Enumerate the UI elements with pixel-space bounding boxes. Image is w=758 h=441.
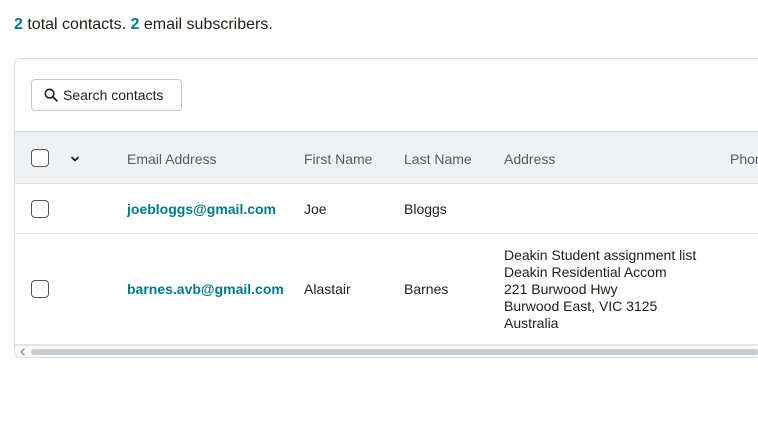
search-contacts-label: Search contacts: [63, 87, 164, 103]
row-checkbox[interactable]: [31, 200, 49, 218]
contact-address: Deakin Student assignment list Deakin Re…: [504, 247, 696, 332]
search-contacts-button[interactable]: Search contacts: [31, 79, 182, 111]
column-header-email[interactable]: Email Address: [127, 151, 216, 167]
total-contacts-count: 2: [14, 16, 23, 33]
column-header-phone[interactable]: Phone: [730, 151, 758, 167]
contact-email-link[interactable]: joebloggs@gmail.com: [127, 201, 276, 217]
address-line: Australia: [504, 315, 559, 331]
column-header-first-name[interactable]: First Name: [304, 151, 372, 167]
contact-last-name: Barnes: [404, 281, 449, 297]
email-subscribers-label: email subscribers.: [139, 16, 273, 33]
search-icon: [44, 88, 58, 102]
total-contacts-label: total contacts.: [22, 16, 131, 33]
column-header-address[interactable]: Address: [504, 151, 555, 167]
table-row: barnes.avb@gmail.com Alastair Barnes Dea…: [15, 234, 758, 345]
horizontal-scrollbar[interactable]: [15, 345, 758, 357]
address-line: 221 Burwood Hwy: [504, 281, 618, 297]
contact-first-name: Alastair: [304, 281, 351, 297]
row-checkbox[interactable]: [31, 280, 49, 298]
contact-first-name: Joe: [304, 201, 327, 217]
address-line: Burwood East, VIC 3125: [504, 298, 658, 314]
contacts-summary: 2 total contacts. 2 email subscribers.: [14, 16, 273, 34]
select-all-checkbox[interactable]: [31, 149, 49, 167]
contacts-table-panel: Search contacts Email Address First Name…: [14, 58, 758, 358]
address-line: Deakin Student assignment list: [504, 247, 697, 263]
column-header-last-name[interactable]: Last Name: [404, 151, 472, 167]
scrollbar-thumb[interactable]: [31, 349, 758, 355]
contact-last-name: Bloggs: [404, 201, 447, 217]
contact-email-link[interactable]: barnes.avb@gmail.com: [127, 281, 284, 297]
scroll-left-arrow-icon[interactable]: [19, 347, 27, 357]
table-row: joebloggs@gmail.com Joe Bloggs: [15, 184, 758, 234]
chevron-down-icon[interactable]: [69, 153, 81, 165]
address-line: Deakin Residential Accom: [504, 264, 667, 280]
table-header: Email Address First Name Last Name Addre…: [15, 131, 758, 184]
